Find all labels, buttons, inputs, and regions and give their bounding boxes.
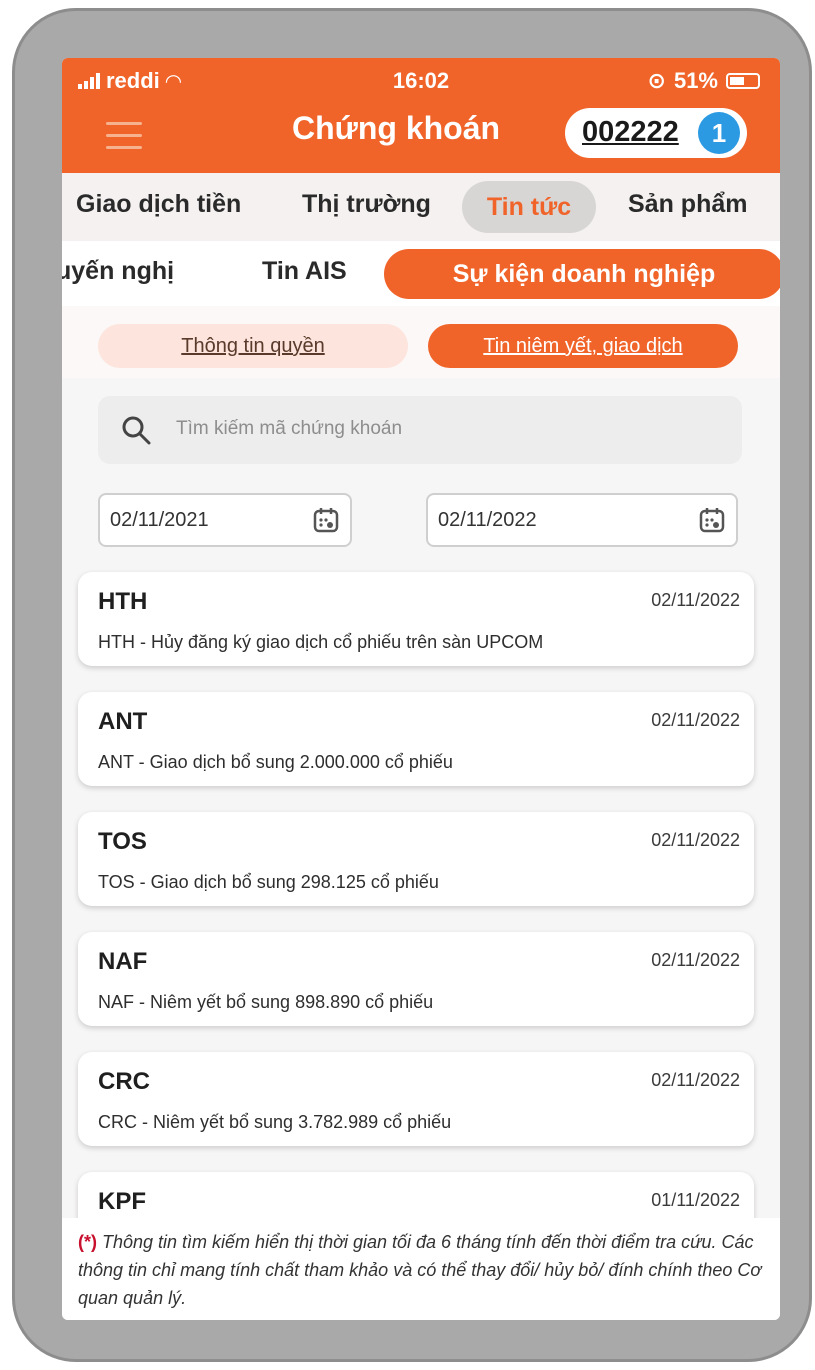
search-area: 02/11/2021 02/11/2022: [62, 378, 780, 558]
list-item[interactable]: NAF 02/11/2022 NAF - Niêm yết bổ sung 89…: [78, 932, 754, 1026]
list-item[interactable]: ANT 02/11/2022 ANT - Giao dịch bổ sung 2…: [78, 692, 754, 786]
news-date: 02/11/2022: [651, 710, 740, 730]
account-selector[interactable]: 002222 1: [565, 108, 747, 158]
segment-row: Thông tin quyền Tin niêm yết, giao dịch: [62, 306, 780, 378]
stock-code: KPF: [98, 1188, 146, 1215]
date-to-field[interactable]: 02/11/2022: [426, 493, 738, 547]
news-description: CRC - Niêm yết bổ sung 3.782.989 cổ phiế…: [98, 1112, 452, 1132]
stock-code: ANT: [98, 708, 148, 735]
news-description: NAF - Niêm yết bổ sung 898.890 cổ phiếu: [98, 992, 434, 1012]
menu-icon[interactable]: [106, 122, 142, 152]
sub-tabs: uyến nghị Tin AIS Sự kiện doanh nghiệp: [62, 241, 780, 305]
page-title: Chứng khoán: [292, 110, 501, 146]
list-item[interactable]: HTH 02/11/2022 HTH - Hủy đăng ký giao dị…: [78, 572, 754, 666]
calendar-icon[interactable]: [698, 506, 726, 534]
news-list: HTH 02/11/2022 HTH - Hủy đăng ký giao dị…: [62, 558, 780, 1218]
segment-tin-niem-yet[interactable]: Tin niêm yết, giao dịch: [428, 324, 738, 368]
search-input[interactable]: [176, 412, 716, 446]
date-from-value: 02/11/2021: [110, 509, 209, 531]
news-description: ANT - Giao dịch bổ sung 2.000.000 cổ phi…: [98, 752, 453, 772]
search-icon: [122, 416, 151, 445]
stock-code: TOS: [98, 828, 147, 855]
list-item[interactable]: CRC 02/11/2022 CRC - Niêm yết bổ sung 3.…: [78, 1052, 754, 1146]
tab-tin-tuc[interactable]: Tin tức: [462, 181, 596, 233]
app-header: reddi ◠ 16:02 ⊙ 51% Chứng khoán 002222 1: [62, 58, 780, 173]
footnote-mark: (*): [78, 1232, 97, 1252]
stock-code: NAF: [98, 948, 148, 975]
account-number[interactable]: 002222: [582, 116, 679, 149]
date-from-field[interactable]: 02/11/2021: [98, 493, 352, 547]
news-description: TOS - Giao dịch bổ sung 298.125 cổ phiếu: [98, 872, 439, 892]
phone-screen: reddi ◠ 16:02 ⊙ 51% Chứng khoán 002222 1…: [62, 58, 780, 1320]
account-badge[interactable]: 1: [698, 112, 740, 154]
news-date: 02/11/2022: [651, 1070, 740, 1090]
news-description: HTH - Hủy đăng ký giao dịch cổ phiếu trê…: [98, 632, 544, 652]
status-right: ⊙ 51%: [648, 68, 760, 94]
stock-code: CRC: [98, 1068, 150, 1095]
status-bar: reddi ◠ 16:02 ⊙ 51%: [62, 58, 780, 102]
disclaimer-footnote: (*) Thông tin tìm kiếm hiển thị thời gia…: [62, 1218, 780, 1320]
main-tabs: Giao dịch tiền Thị trường Tin tức Sản ph…: [62, 173, 780, 241]
battery-icon: [726, 73, 760, 89]
tab-giao-dich-tien[interactable]: Giao dịch tiền: [76, 190, 241, 219]
segment-thong-tin-quyen[interactable]: Thông tin quyền: [98, 324, 408, 368]
alarm-icon: ⊙: [647, 68, 666, 93]
subtab-tin-ais[interactable]: Tin AIS: [262, 257, 347, 286]
stock-code: HTH: [98, 588, 148, 615]
news-date: 01/11/2022: [651, 1190, 740, 1210]
list-item[interactable]: TOS 02/11/2022 TOS - Giao dịch bổ sung 2…: [78, 812, 754, 906]
subtab-khuyen-nghi[interactable]: uyến nghị: [62, 257, 174, 286]
news-date: 02/11/2022: [651, 830, 740, 850]
search-box[interactable]: [98, 396, 742, 464]
calendar-icon[interactable]: [312, 506, 340, 534]
list-item[interactable]: KPF 01/11/2022: [78, 1172, 754, 1218]
battery-percent: 51%: [673, 68, 718, 93]
news-date: 02/11/2022: [651, 590, 740, 610]
subtab-su-kien-doanh-nghiep[interactable]: Sự kiện doanh nghiệp: [384, 249, 780, 299]
news-date: 02/11/2022: [651, 950, 740, 970]
footnote-text: Thông tin tìm kiếm hiển thị thời gian tố…: [78, 1232, 762, 1308]
tab-thi-truong[interactable]: Thị trường: [302, 190, 431, 219]
date-to-value: 02/11/2022: [438, 509, 537, 531]
tab-san-pham[interactable]: Sản phẩm: [628, 190, 747, 219]
